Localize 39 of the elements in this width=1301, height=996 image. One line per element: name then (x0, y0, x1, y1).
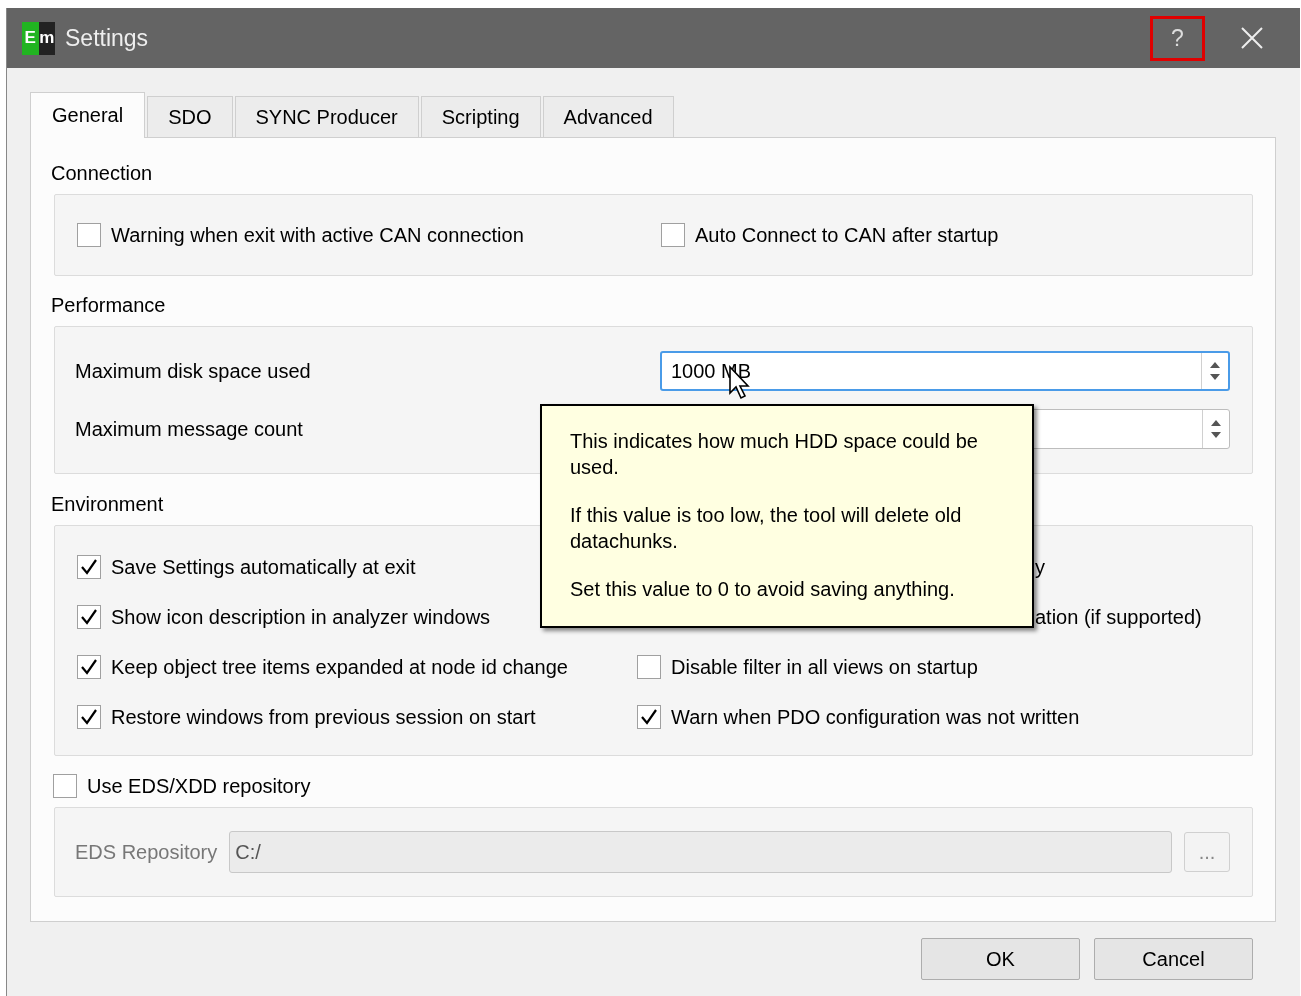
section-title: Environment (51, 492, 164, 516)
help-button[interactable]: ? (1150, 15, 1205, 61)
checkbox-label: Warning when exit with active CAN connection (111, 223, 524, 247)
checkbox-label: y (1034, 555, 1046, 579)
checkbox-label: Use EDS/XDD repository (87, 774, 311, 798)
checkbox-label: Restore windows from previous session on start (111, 705, 536, 729)
checkbox[interactable] (661, 223, 685, 247)
tooltip-text: If this value is too low, the tool will delete old datachunks. (570, 503, 963, 554)
checkbox-label: Save Settings automatically at exit (111, 555, 416, 579)
checkbox-label: Auto Connect to CAN after startup (695, 223, 999, 247)
tab[interactable]: Advanced (542, 96, 674, 137)
checkbox-label: Warn when PDO configuration was not written (671, 705, 1080, 729)
checkbox-label: Show icon description in analyzer windows (111, 605, 491, 629)
tooltip-text: This indicates how much HDD space could be used. (570, 429, 979, 480)
checkbox[interactable] (637, 655, 661, 679)
checkbox[interactable] (637, 705, 661, 729)
tab[interactable]: SYNC Producer (234, 96, 419, 137)
tab[interactable]: General (30, 92, 146, 138)
section-title: Performance (51, 293, 166, 317)
tab[interactable]: Scripting (420, 96, 541, 137)
window-title: Settings (65, 24, 150, 52)
checkbox[interactable] (77, 605, 101, 629)
checkbox[interactable] (77, 223, 101, 247)
section-title: Connection (51, 161, 153, 185)
app-logo: E m (22, 21, 55, 55)
tab[interactable]: SDO (147, 96, 233, 137)
dialog-button[interactable]: Cancel (1094, 938, 1253, 980)
field-label: Maximum disk space used (75, 359, 311, 383)
checkbox[interactable] (77, 705, 101, 729)
checkbox[interactable] (77, 655, 101, 679)
close-icon[interactable] (1240, 26, 1264, 50)
checkbox-label: ation (if supported) (1034, 605, 1203, 629)
field-label: Maximum message count (75, 417, 303, 441)
dialog-button[interactable]: OK (921, 938, 1080, 980)
checkbox[interactable] (77, 555, 101, 579)
checkbox-label: Disable filter in all views on startup (671, 655, 978, 679)
field-label: EDS Repository (75, 840, 218, 864)
checkbox-label: Keep object tree items expanded at node id change (111, 655, 568, 679)
tooltip-text: Set this value to 0 to avoid saving anything. (570, 577, 956, 602)
